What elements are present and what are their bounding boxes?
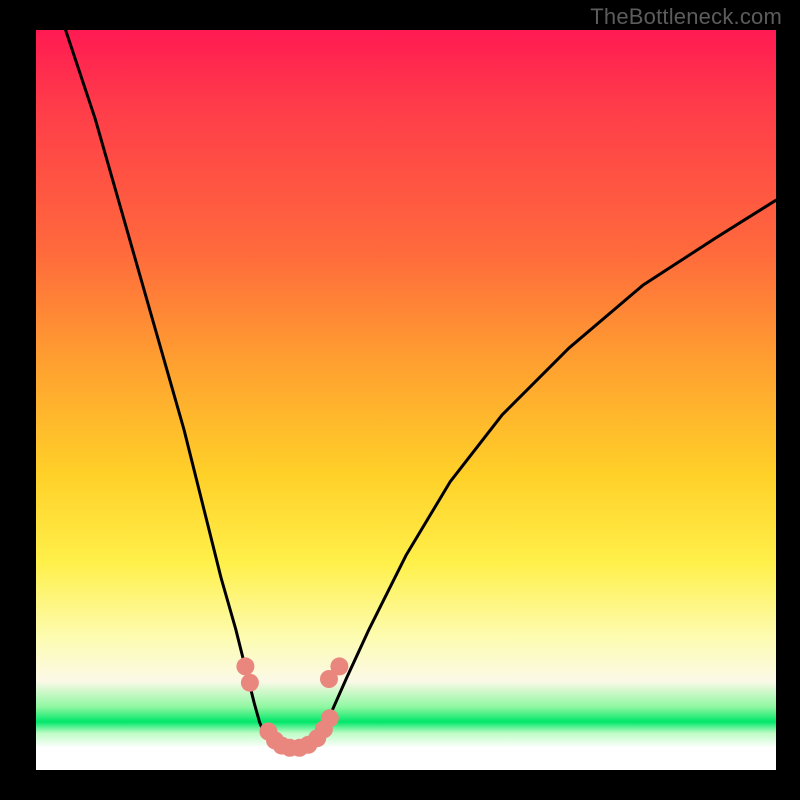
watermark-text: TheBottleneck.com	[590, 4, 782, 30]
highlight-dot	[236, 657, 254, 675]
highlight-dot	[330, 657, 348, 675]
highlight-dot	[241, 674, 259, 692]
chart-svg	[0, 0, 800, 800]
chart-frame: TheBottleneck.com	[0, 0, 800, 800]
bottleneck-curve	[66, 30, 776, 750]
highlight-dot	[321, 709, 339, 727]
